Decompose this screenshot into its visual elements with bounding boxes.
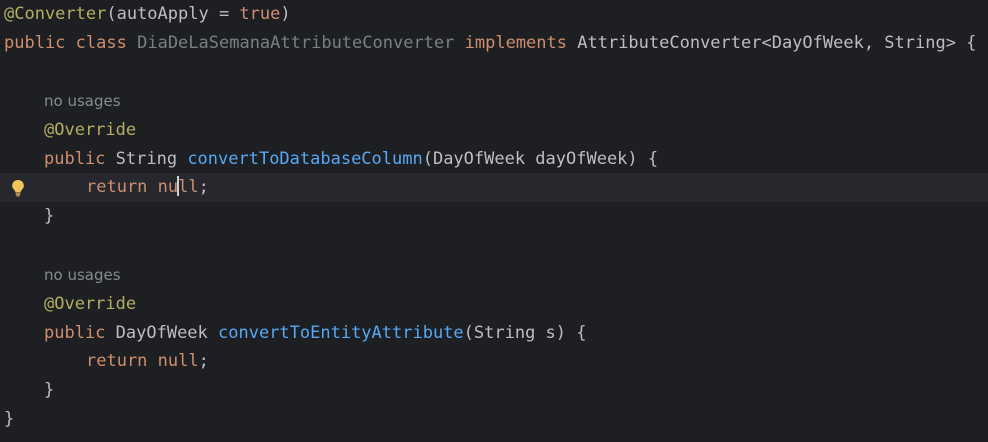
public-keyword: public — [44, 149, 106, 169]
code-line-class-declaration[interactable]: public class DiaDeLaSemanaAttributeConve… — [0, 29, 988, 58]
override-annotation: @Override — [44, 120, 137, 140]
return-type: String — [105, 149, 188, 169]
code-line-method1-return[interactable]: return null; — [0, 173, 988, 202]
code-line-annotation[interactable]: @Converter(autoApply = true) — [0, 0, 988, 29]
code-line-method2-signature[interactable]: public DayOfWeek convertToEntityAttribut… — [0, 319, 988, 348]
usage-hint-method2[interactable]: no usages — [0, 261, 988, 290]
interface-type[interactable]: AttributeConverter<DayOfWeek, String> { — [577, 33, 976, 53]
method-params: (String s) { — [463, 323, 587, 343]
return-keyword: return — [86, 351, 148, 371]
class-keyword: class — [75, 33, 127, 53]
code-line-method1-signature[interactable]: public String convertToDatabaseColumn(Da… — [0, 145, 988, 174]
public-keyword: public — [4, 33, 66, 53]
method-name-convert-to-database-column[interactable]: convertToDatabaseColumn — [187, 149, 422, 169]
code-line-method1-close[interactable]: } — [0, 202, 988, 231]
method-params: (DayOfWeek dayOfWeek) { — [422, 149, 659, 169]
code-line-class-close[interactable]: } — [0, 405, 988, 434]
override-annotation: @Override — [44, 294, 137, 314]
code-line-override-2[interactable]: @Override — [0, 290, 988, 319]
lightbulb-icon[interactable] — [11, 179, 25, 197]
code-editor[interactable]: @Converter(autoApply = true) public clas… — [0, 0, 988, 442]
semicolon: ; — [198, 177, 209, 197]
null-literal-part-1: nu — [157, 177, 179, 197]
annotation-args: (autoApply = — [106, 4, 240, 24]
null-literal-part-2: ll — [178, 177, 199, 197]
public-keyword: public — [44, 323, 106, 343]
converter-annotation: @Converter — [4, 4, 107, 24]
closing-brace: } — [44, 206, 55, 226]
code-line-method2-return[interactable]: return null; — [0, 347, 988, 376]
class-name[interactable]: DiaDeLaSemanaAttributeConverter — [137, 33, 454, 53]
code-line-override-1[interactable]: @Override — [0, 116, 988, 145]
return-keyword: return — [86, 177, 148, 197]
closing-brace: } — [44, 380, 55, 400]
no-usages-hint[interactable]: no usages — [44, 87, 121, 116]
semicolon: ; — [198, 351, 209, 371]
true-literal: true — [239, 4, 281, 24]
null-literal: null — [157, 351, 199, 371]
usage-hint-method1[interactable]: no usages — [0, 87, 988, 116]
method-name-convert-to-entity-attribute[interactable]: convertToEntityAttribute — [218, 323, 464, 343]
no-usages-hint[interactable]: no usages — [44, 261, 121, 290]
code-line-method2-close[interactable]: } — [0, 376, 988, 405]
return-type: DayOfWeek — [105, 323, 219, 343]
annotation-close-paren: ) — [280, 4, 291, 24]
implements-keyword: implements — [464, 33, 567, 53]
class-closing-brace: } — [4, 409, 15, 429]
